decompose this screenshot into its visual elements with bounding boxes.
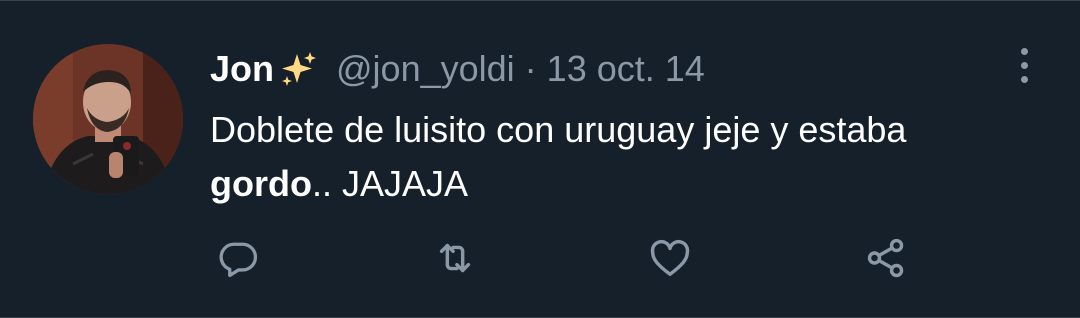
like-icon[interactable] <box>645 233 695 283</box>
tweet-text: Doblete de luisito con uruguay jeje y es… <box>210 103 1050 211</box>
author-handle[interactable]: @jon_yoldi <box>336 48 515 90</box>
tweet-date[interactable]: 13 oct. 14 <box>547 48 705 90</box>
author-name[interactable]: Jon <box>210 48 274 90</box>
action-bar <box>0 233 1080 283</box>
reply-icon[interactable] <box>213 233 263 283</box>
tweet-text-rest: .. JAJAJA <box>311 163 469 204</box>
tweet-text-line1: Doblete de luisito con uruguay jeje y es… <box>210 109 907 150</box>
retweet-icon[interactable] <box>430 233 480 283</box>
avatar[interactable] <box>33 44 183 194</box>
header-separator: · <box>524 48 537 89</box>
tweet-text-bold: gordo <box>210 163 312 204</box>
tweet-header: Jon @jon_yoldi · 13 oct. 14 <box>210 47 705 91</box>
sparkles-icon <box>280 50 318 88</box>
tweet[interactable]: Jon @jon_yoldi · 13 oct. 14 Doblete de l… <box>0 0 1080 318</box>
share-icon[interactable] <box>861 233 911 283</box>
more-options-icon[interactable] <box>1010 43 1038 87</box>
